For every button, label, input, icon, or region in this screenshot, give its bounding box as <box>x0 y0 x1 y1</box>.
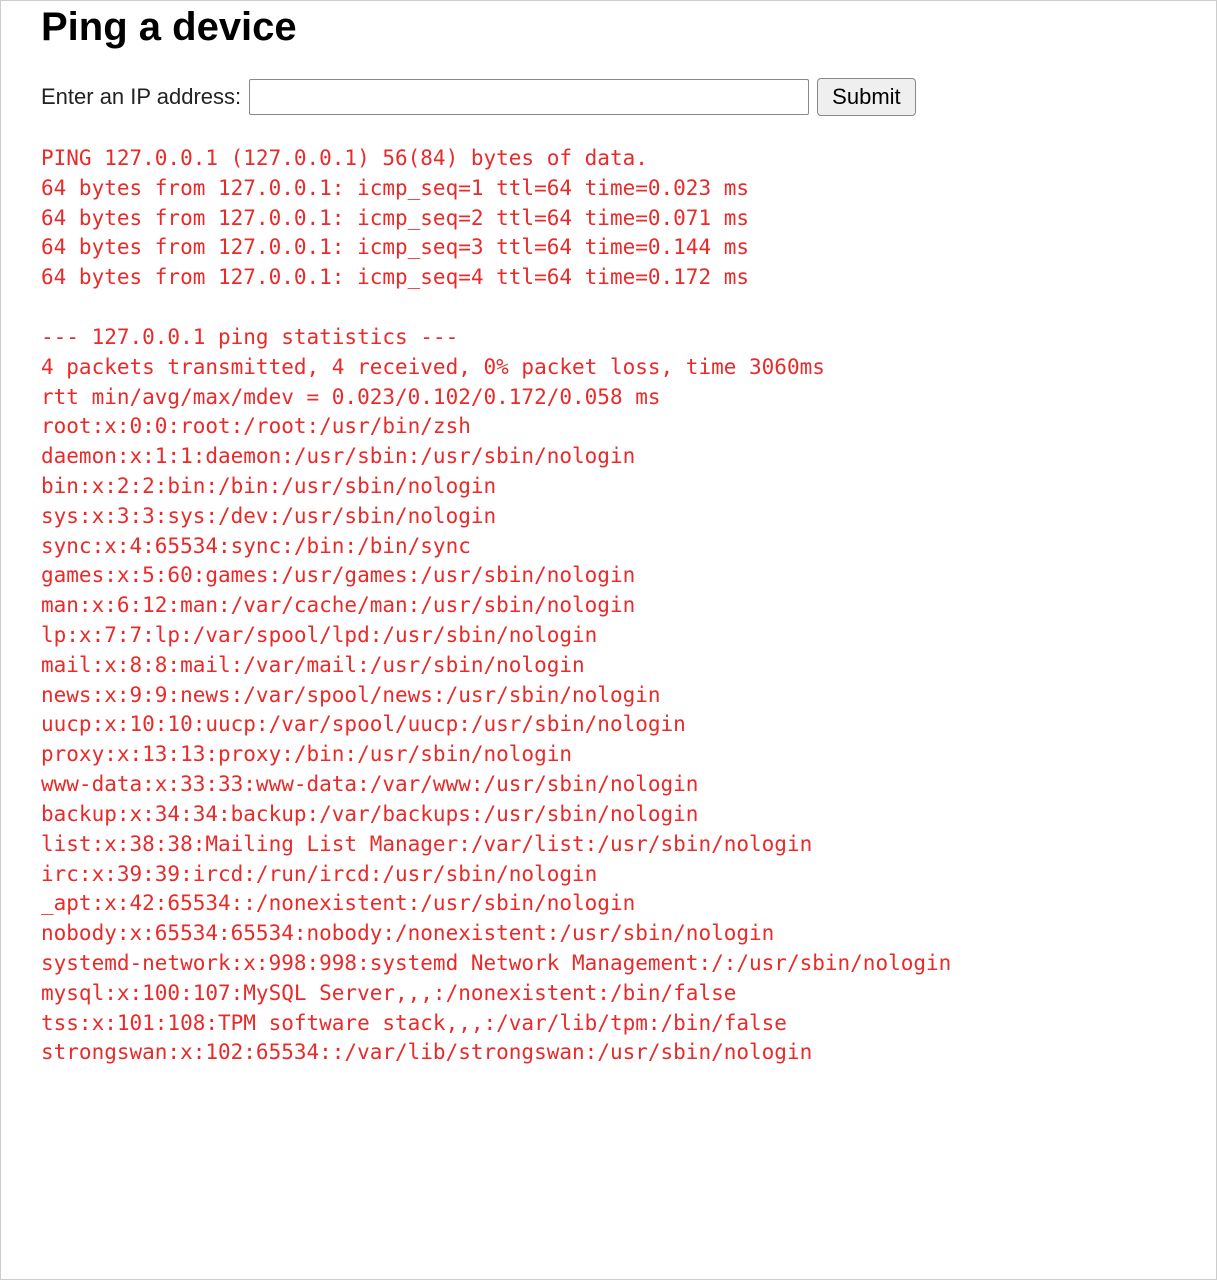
submit-button[interactable]: Submit <box>817 78 915 116</box>
command-output: PING 127.0.0.1 (127.0.0.1) 56(84) bytes … <box>41 144 1176 1068</box>
ip-input[interactable] <box>249 79 809 115</box>
page-container: Ping a device Enter an IP address: Submi… <box>0 0 1217 1280</box>
page-title: Ping a device <box>41 5 1176 50</box>
ping-form: Enter an IP address: Submit <box>41 78 1176 116</box>
ip-label: Enter an IP address: <box>41 84 241 110</box>
